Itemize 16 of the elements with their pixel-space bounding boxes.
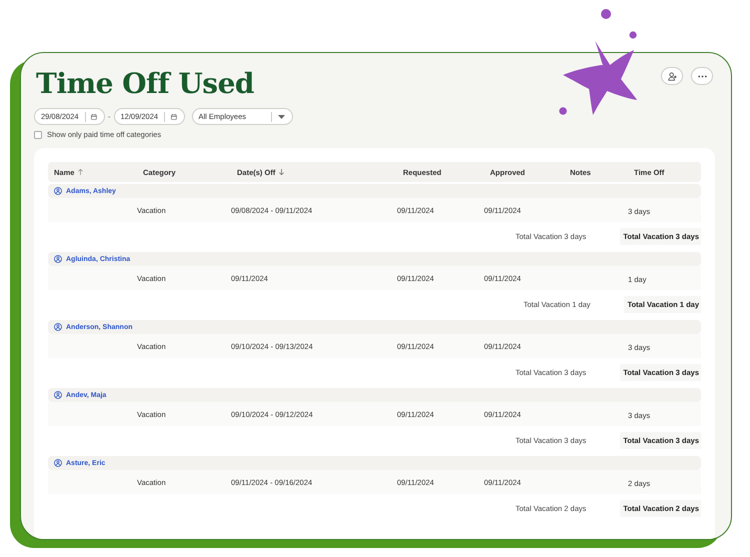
page-title: Time Off Used bbox=[36, 67, 254, 101]
calendar-icon bbox=[91, 112, 97, 120]
sort-up-icon[interactable] bbox=[78, 169, 84, 175]
add-person-button[interactable] bbox=[661, 67, 683, 85]
calendar-icon bbox=[170, 112, 176, 120]
person-icon bbox=[54, 187, 62, 195]
caret-icon bbox=[278, 114, 284, 118]
sort-down-icon[interactable] bbox=[279, 169, 284, 175]
more-button[interactable] bbox=[691, 67, 713, 85]
paid-only-checkbox[interactable] bbox=[34, 130, 42, 138]
person-icon bbox=[54, 323, 62, 331]
person-icon bbox=[54, 459, 62, 467]
person-icon bbox=[54, 255, 62, 263]
person-add-icon bbox=[668, 72, 676, 80]
person-icon bbox=[54, 391, 62, 399]
more-icon bbox=[698, 74, 706, 78]
